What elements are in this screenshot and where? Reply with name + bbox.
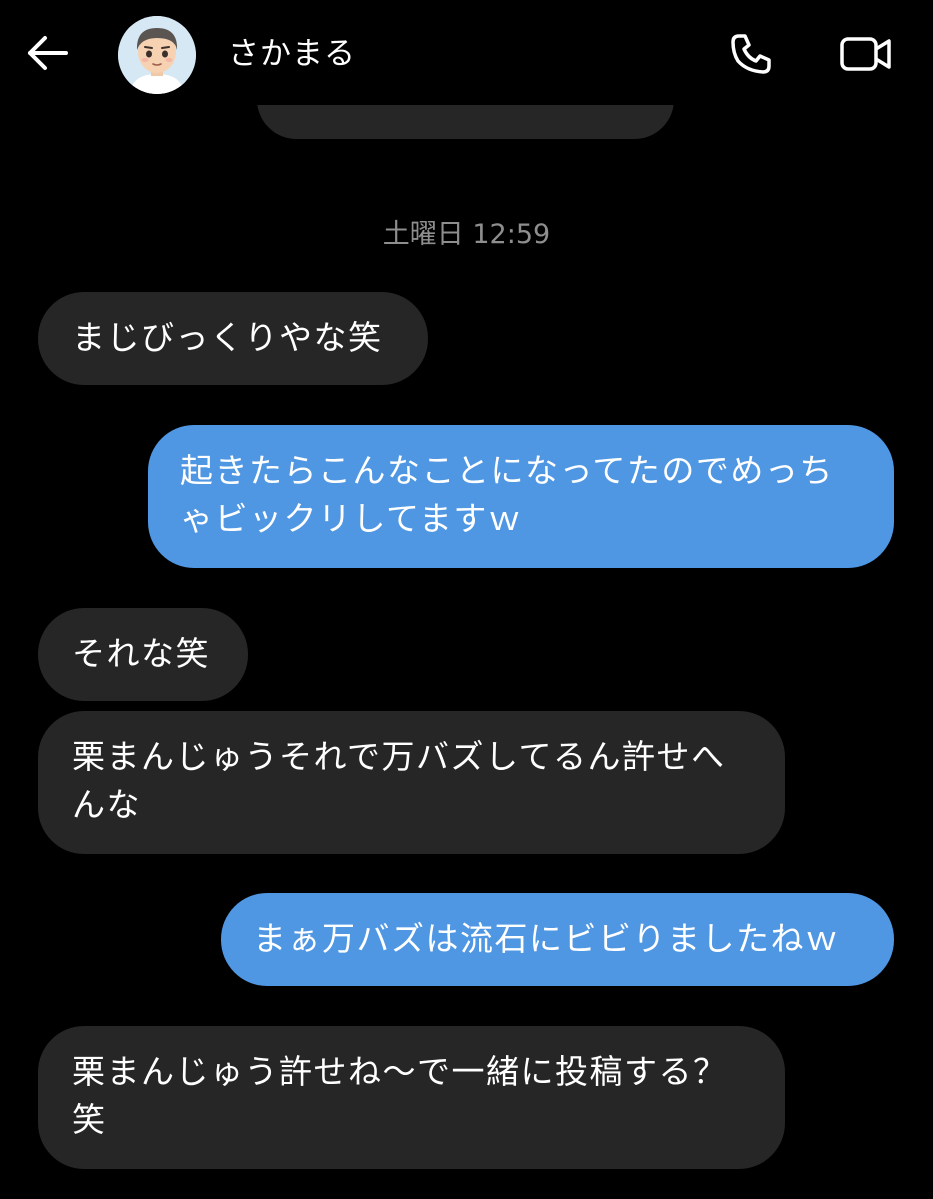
- video-camera-icon: [840, 37, 891, 71]
- arrow-left-icon: [28, 36, 68, 70]
- back-button[interactable]: [22, 30, 72, 76]
- incoming-message[interactable]: 栗まんじゅう許せね〜で一緒に投稿する？笑: [38, 1026, 785, 1169]
- incoming-message[interactable]: まじびっくりやな笑: [38, 292, 428, 385]
- avatar[interactable]: [118, 16, 196, 94]
- contact-name[interactable]: さかまる: [228, 34, 356, 74]
- outgoing-message[interactable]: まぁ万バズは流石にビビりましたねｗ: [221, 893, 894, 986]
- incoming-message[interactable]: 栗まんじゅうそれで万バズしてるん許せへんな: [38, 711, 785, 854]
- incoming-message[interactable]: それな笑: [38, 608, 248, 701]
- call-button[interactable]: [724, 28, 778, 80]
- chat-header: さかまる: [0, 0, 933, 105]
- avatar-illustration: [118, 16, 196, 94]
- outgoing-message[interactable]: 起きたらこんなことになってたのでめっちゃビックリしてますｗ: [148, 425, 894, 568]
- video-call-button[interactable]: [836, 28, 896, 80]
- message-timestamp: 土曜日 12:59: [382, 219, 551, 250]
- phone-icon: [731, 34, 771, 74]
